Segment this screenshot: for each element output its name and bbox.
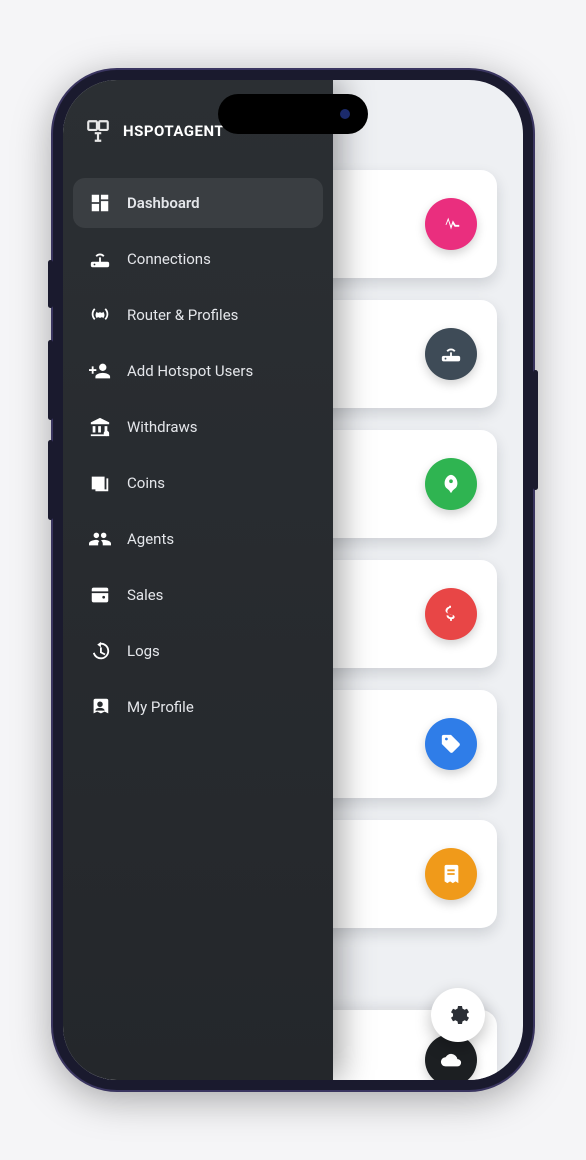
dollar-icon <box>425 588 477 640</box>
navigation-drawer: HSPOTAGENT Dashboard Connections <box>63 80 333 1080</box>
heartbeat-icon <box>425 198 477 250</box>
broadcast-icon <box>89 304 111 326</box>
router-icon <box>89 248 111 270</box>
power-button <box>533 370 538 490</box>
phone-screen: HSPOTAGENT Dashboard Connections <box>63 80 523 1080</box>
receipt-icon <box>425 848 477 900</box>
nav-item-agents[interactable]: Agents <box>73 514 323 564</box>
nav-label: Withdraws <box>127 418 198 436</box>
nav-item-my-profile[interactable]: My Profile <box>73 682 323 732</box>
tag-icon <box>425 718 477 770</box>
nav-list: Dashboard Connections Router & Profiles <box>63 172 333 744</box>
badge-icon <box>89 696 111 718</box>
nav-item-withdraws[interactable]: Withdraws <box>73 402 323 452</box>
rocket-icon <box>425 458 477 510</box>
dynamic-island <box>218 94 368 134</box>
nav-label: Connections <box>127 250 211 268</box>
people-icon <box>89 528 111 550</box>
phone-frame: HSPOTAGENT Dashboard Connections <box>53 70 533 1090</box>
nav-label: Agents <box>127 530 174 548</box>
nav-item-connections[interactable]: Connections <box>73 234 323 284</box>
side-button <box>48 260 53 308</box>
bank-icon <box>89 416 111 438</box>
nav-item-coins[interactable]: Coins <box>73 458 323 508</box>
volume-up-button <box>48 340 53 420</box>
nav-label: Coins <box>127 474 165 492</box>
nav-label: Add Hotspot Users <box>127 362 253 380</box>
gear-icon <box>446 1003 470 1027</box>
router-icon <box>425 328 477 380</box>
volume-down-button <box>48 440 53 520</box>
nav-label: Dashboard <box>127 194 200 212</box>
nav-label: Router & Profiles <box>127 306 238 324</box>
settings-fab[interactable] <box>431 988 485 1042</box>
person-add-icon <box>89 360 111 382</box>
brand-icon <box>85 118 111 144</box>
nav-label: Sales <box>127 586 163 604</box>
nav-label: My Profile <box>127 698 194 716</box>
nav-label: Logs <box>127 642 160 660</box>
nav-item-sales[interactable]: Sales <box>73 570 323 620</box>
nav-item-router-profiles[interactable]: Router & Profiles <box>73 290 323 340</box>
coins-icon <box>89 472 111 494</box>
nav-item-dashboard[interactable]: Dashboard <box>73 178 323 228</box>
brand-title: HSPOTAGENT <box>123 122 224 140</box>
history-icon <box>89 640 111 662</box>
wallet-icon <box>89 584 111 606</box>
dashboard-icon <box>89 192 111 214</box>
nav-item-add-hotspot-users[interactable]: Add Hotspot Users <box>73 346 323 396</box>
nav-item-logs[interactable]: Logs <box>73 626 323 676</box>
